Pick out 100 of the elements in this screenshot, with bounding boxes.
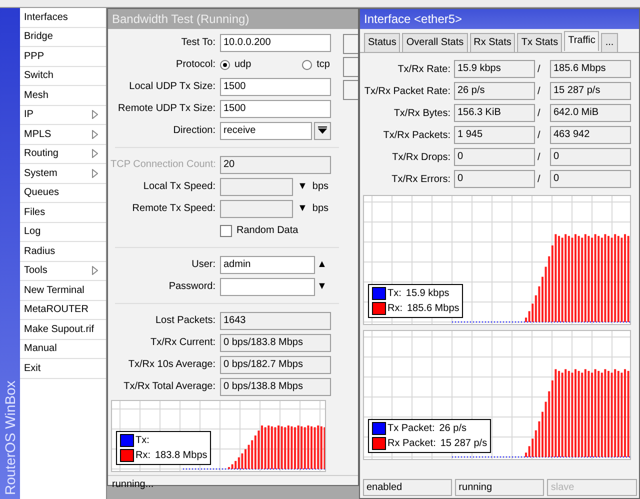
- legend-reading: 26 p/s: [439, 422, 466, 436]
- legend-label: Tx:: [388, 287, 402, 301]
- input-field[interactable]: [220, 178, 292, 196]
- legend-reading: 15.9 kbps: [406, 287, 450, 301]
- field-label: Test To:: [180, 36, 216, 50]
- field-label: Tx/Rx Total Average:: [122, 380, 216, 394]
- tab[interactable]: Status: [364, 33, 400, 52]
- value-field: 0 bps/138.8 Mbps: [220, 378, 330, 396]
- legend-label: Rx:: [388, 302, 402, 316]
- menu-item[interactable]: MetaROUTER: [20, 300, 106, 320]
- menu-item[interactable]: Exit: [20, 359, 106, 378]
- field-label: Tx/Rx 10s Average:: [127, 358, 216, 372]
- window-title: Bandwidth Test (Running): [108, 9, 358, 29]
- dropdown-arrow[interactable]: ▼: [298, 201, 308, 216]
- dropdown-field[interactable]: receive: [220, 122, 312, 140]
- menu-item[interactable]: Interfaces: [20, 8, 106, 28]
- field-label: Tx/Rx Packet Rate:: [363, 84, 450, 98]
- cut-off-button[interactable]: [343, 34, 358, 54]
- tab[interactable]: ...: [601, 33, 618, 52]
- menu-item[interactable]: Bridge: [20, 28, 106, 47]
- legend-label: Rx Packet:: [388, 437, 436, 451]
- value-field: 15 287 p/s: [550, 82, 630, 100]
- menu-item[interactable]: Make Supout.rif: [20, 320, 106, 340]
- input-field[interactable]: 10.0.0.200: [220, 34, 330, 52]
- value-field: 0: [454, 148, 534, 166]
- value-field: 463 942: [550, 126, 630, 144]
- value-field: 0: [550, 148, 630, 166]
- field-label: Remote UDP Tx Size:: [117, 102, 216, 116]
- value-field: 185.6 Mbps: [550, 60, 630, 78]
- value-field: 156.3 KiB: [454, 104, 534, 122]
- dropdown-arrow-icon: [318, 126, 327, 135]
- field-label: Tx/Rx Errors:: [390, 172, 450, 186]
- window-title: Interface <ether5>: [360, 9, 639, 29]
- dropdown-arrow[interactable]: ▼: [317, 279, 327, 294]
- value-field: 1643: [220, 312, 330, 330]
- value-field: 1 945: [454, 126, 534, 144]
- slash-separator: /: [538, 172, 542, 186]
- dropdown-button[interactable]: [314, 122, 331, 140]
- field-label: Tx/Rx Rate:: [396, 62, 450, 76]
- input-field[interactable]: 1500: [220, 100, 330, 118]
- menu-item[interactable]: Mesh: [20, 86, 106, 106]
- menu-item[interactable]: PPP: [20, 47, 106, 66]
- field-label: Local UDP Tx Size:: [128, 80, 216, 94]
- unit-label: bps: [312, 180, 329, 194]
- menu-item[interactable]: Tools: [20, 262, 106, 281]
- dropdown-arrow[interactable]: ▼: [298, 179, 308, 194]
- tab[interactable]: Tx Stats: [517, 33, 562, 52]
- input-field[interactable]: [220, 200, 292, 218]
- menu-item[interactable]: Radius: [20, 242, 106, 262]
- menu-item[interactable]: Log: [20, 222, 106, 242]
- value-field: 642.0 MiB: [550, 104, 630, 122]
- radio-button[interactable]: tcp: [302, 57, 330, 72]
- status-field: slave: [546, 478, 637, 496]
- cut-off-button[interactable]: [343, 57, 358, 77]
- field-label: Remote Tx Speed:: [131, 202, 216, 216]
- menu-item[interactable]: Switch: [20, 66, 106, 86]
- input-field[interactable]: 1500: [220, 78, 330, 96]
- tab[interactable]: Traffic: [564, 31, 600, 51]
- menu-item[interactable]: New Terminal: [20, 281, 106, 300]
- menu-item[interactable]: Queues: [20, 184, 106, 203]
- menu-item[interactable]: IP: [20, 106, 106, 125]
- legend-reading: 183.8 Mbps: [155, 449, 208, 463]
- value-field: 15.9 kbps: [454, 60, 534, 78]
- slash-separator: /: [538, 106, 542, 120]
- unit-label: bps: [312, 202, 329, 216]
- slash-separator: /: [538, 62, 542, 76]
- menu-item[interactable]: MPLS: [20, 125, 106, 144]
- input-field[interactable]: [220, 278, 314, 296]
- value-field: 0 bps/183.8 Mbps: [220, 334, 330, 352]
- checkbox[interactable]: Random Data: [220, 223, 298, 238]
- menu-item[interactable]: Files: [20, 203, 106, 222]
- menu-item[interactable]: Manual: [20, 340, 106, 359]
- value-field: 0: [454, 170, 534, 188]
- input-field[interactable]: admin: [220, 256, 314, 274]
- menu-item[interactable]: System: [20, 164, 106, 184]
- brand-text: RouterOS WinBox: [2, 380, 18, 495]
- status-field: enabled: [362, 478, 452, 496]
- slash-separator: /: [538, 128, 542, 142]
- slash-separator: /: [538, 84, 542, 98]
- value-field: 26 p/s: [454, 82, 534, 100]
- field-label: Direction:: [172, 124, 216, 138]
- field-label: Tx/Rx Current:: [149, 336, 216, 350]
- legend-label: Rx:: [136, 449, 150, 463]
- field-label: Local Tx Speed:: [142, 180, 216, 194]
- radio-button[interactable]: udp: [220, 57, 252, 72]
- field-label: Tx/Rx Drops:: [391, 150, 450, 164]
- field-label: Protocol:: [175, 58, 216, 72]
- slash-separator: /: [538, 150, 542, 164]
- field-label: Password:: [168, 280, 216, 294]
- field-label: Tx/Rx Packets:: [382, 128, 450, 142]
- field-label: User:: [190, 258, 216, 272]
- legend-reading: 15 287 p/s: [440, 437, 488, 451]
- tab[interactable]: Overall Stats: [402, 33, 468, 52]
- tab[interactable]: Rx Stats: [470, 33, 516, 52]
- menu-item[interactable]: Routing: [20, 144, 106, 164]
- value-field: 0: [550, 170, 630, 188]
- cut-off-button[interactable]: [343, 80, 358, 100]
- legend-label: Tx Packet:: [388, 422, 435, 436]
- dropdown-arrow[interactable]: ▲: [317, 257, 327, 272]
- status-field: running: [454, 478, 544, 496]
